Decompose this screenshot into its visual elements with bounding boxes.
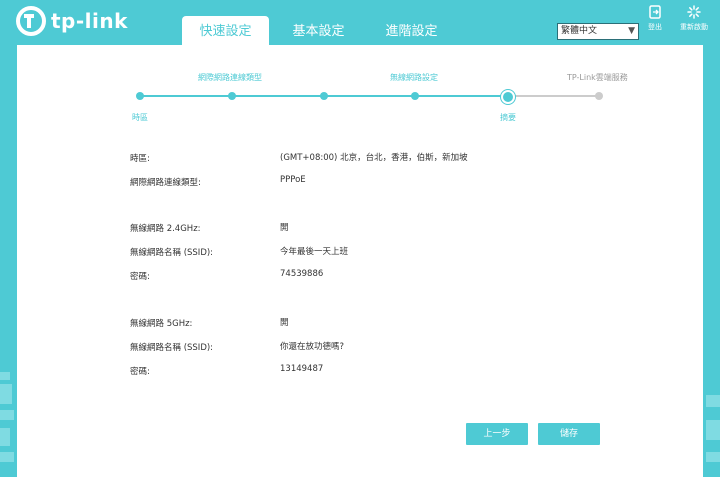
wireless-24-value: 開 xyxy=(280,223,289,233)
background-decoration xyxy=(0,452,14,462)
wireless-5-ssid-label: 無線網路名稱 (SSID): xyxy=(130,343,214,353)
step-dot-connection-type xyxy=(228,92,236,100)
conn-type-value: PPPoE xyxy=(280,175,306,185)
step-label-cloud: TP-Link雲端服務 xyxy=(567,73,628,82)
background-decoration xyxy=(706,452,720,462)
reboot-icon xyxy=(687,5,701,19)
back-button[interactable]: 上一步 xyxy=(466,423,528,445)
wireless-5-password-label: 密碼: xyxy=(130,367,150,377)
step-dot-3 xyxy=(320,92,328,100)
wireless-5-value: 開 xyxy=(280,318,289,328)
wireless-24-password-label: 密碼: xyxy=(130,272,150,282)
reboot-button[interactable]: 重新啟動 xyxy=(680,5,708,32)
tab-quick-setup[interactable]: 快速設定 xyxy=(182,16,269,45)
wireless-24-label: 無線網路 2.4GHz: xyxy=(130,224,201,234)
brand-logo: tp-link xyxy=(16,6,128,36)
wireless-24-ssid-value: 今年最後一天上班 xyxy=(280,247,349,257)
background-decoration xyxy=(706,420,720,440)
step-label-connection-type: 網際網路連線類型 xyxy=(198,73,262,82)
logout-label: 登出 xyxy=(648,23,662,31)
background-decoration xyxy=(0,410,14,420)
wireless-5-password-value: 13149487 xyxy=(280,364,324,374)
wireless-24-password-value: 74539886 xyxy=(280,269,324,279)
main-tabs: 快速設定 基本設定 進階設定 xyxy=(182,16,461,45)
logo-text: tp-link xyxy=(51,9,128,33)
tab-basic[interactable]: 基本設定 xyxy=(275,16,362,45)
logout-icon xyxy=(649,5,661,19)
step-dot-wireless xyxy=(411,92,419,100)
background-decoration xyxy=(0,428,10,446)
timezone-value: (GMT+08:00) 北京，台北，香港，伯斯，新加坡 xyxy=(280,153,468,163)
logout-button[interactable]: 登出 xyxy=(648,5,662,32)
chevron-down-icon: ▼ xyxy=(628,26,635,36)
reboot-label: 重新啟動 xyxy=(680,23,708,31)
language-selected: 繁體中文 xyxy=(561,26,598,36)
background-decoration xyxy=(706,395,720,407)
language-select[interactable]: 繁體中文 ▼ xyxy=(557,23,639,40)
save-button[interactable]: 儲存 xyxy=(538,423,600,445)
tab-advanced[interactable]: 進階設定 xyxy=(368,16,455,45)
tp-link-logo-icon xyxy=(16,6,46,36)
step-dot-cloud xyxy=(595,92,603,100)
step-label-timezone: 時區 xyxy=(132,113,148,122)
timezone-label: 時區: xyxy=(130,154,150,164)
background-decoration xyxy=(0,372,10,380)
step-dot-summary xyxy=(501,90,515,104)
wireless-5-label: 無線網路 5GHz: xyxy=(130,319,193,329)
content-panel: 網際網路連線類型 無線網路設定 TP-Link雲端服務 時區 摘要 時區: (G… xyxy=(17,45,703,477)
step-label-wireless: 無線網路設定 xyxy=(390,73,438,82)
background-decoration xyxy=(0,384,12,404)
step-label-summary: 摘要 xyxy=(500,113,516,122)
step-dot-timezone xyxy=(136,92,144,100)
progress-line-pending xyxy=(508,95,599,97)
wireless-5-ssid-value: 你還在放功德嗎? xyxy=(280,342,345,352)
conn-type-label: 網際網路連線類型: xyxy=(130,178,201,188)
wireless-24-ssid-label: 無線網路名稱 (SSID): xyxy=(130,248,214,258)
